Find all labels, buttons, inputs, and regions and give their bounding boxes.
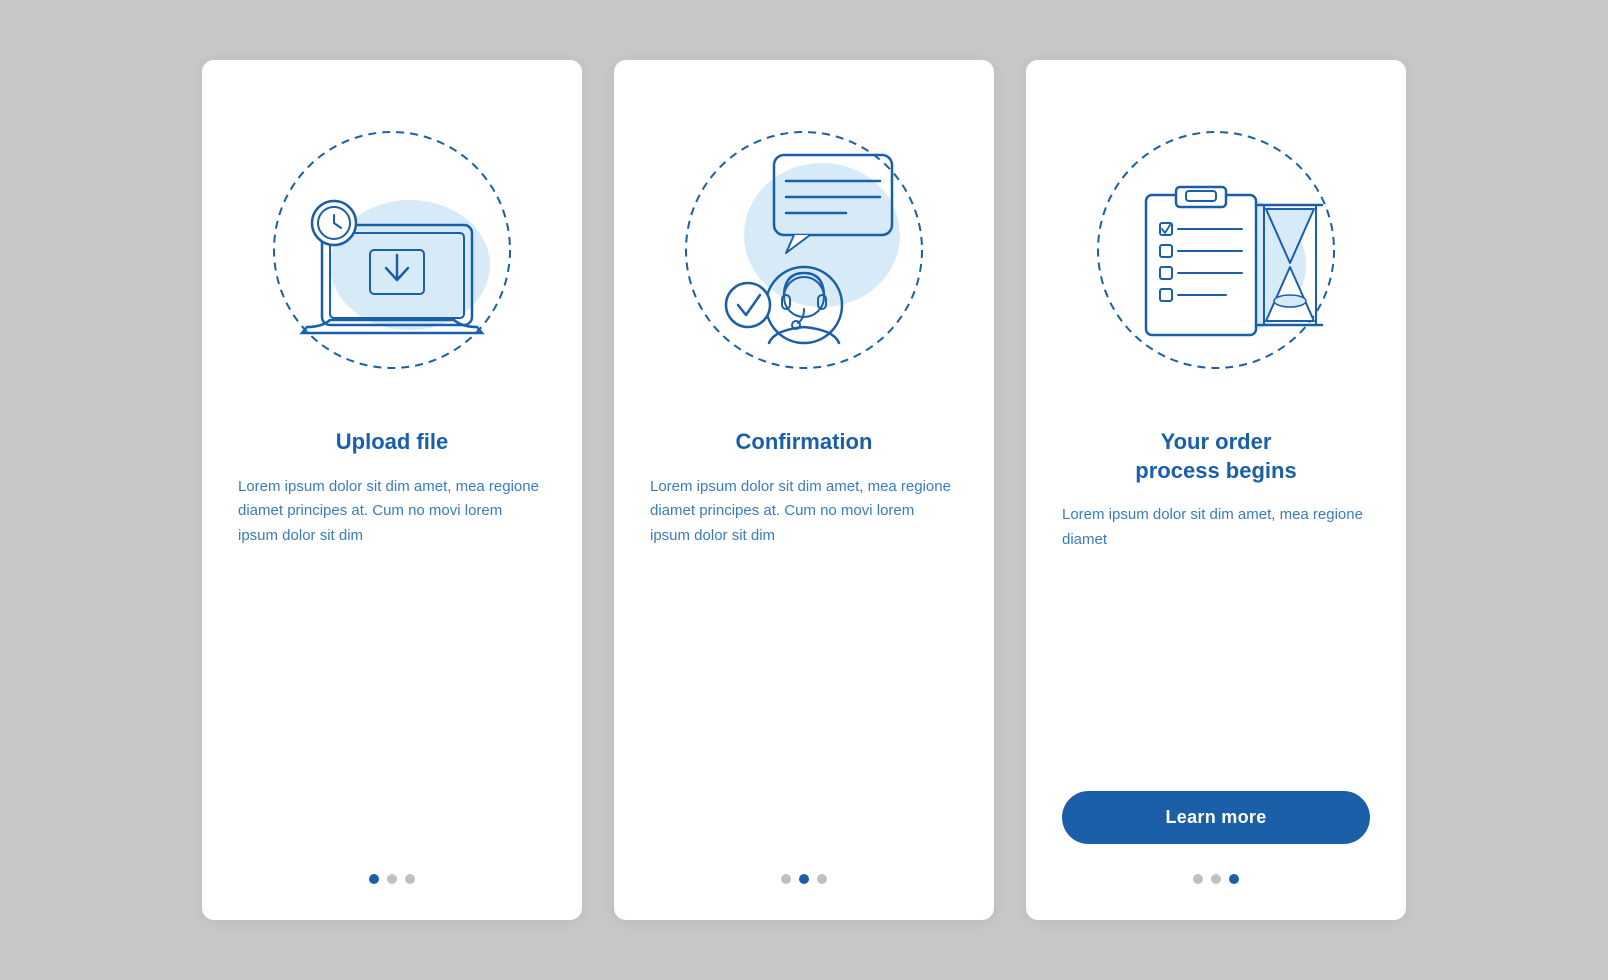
dot-3 [405,874,415,884]
card-confirmation: Confirmation Lorem ipsum dolor sit dim a… [614,60,994,920]
dot-1 [781,874,791,884]
card-upload-file-title: Upload file [336,428,448,457]
card-upload-file-body: Lorem ipsum dolor sit dim amet, mea regi… [238,475,546,840]
order-process-illustration [1086,100,1346,400]
card-order-process: Your order process begins Lorem ipsum do… [1026,60,1406,920]
card-confirmation-dots [781,864,827,884]
card-order-process-body: Lorem ipsum dolor sit dim amet, mea regi… [1062,503,1370,767]
dot-2 [1211,874,1221,884]
learn-more-button[interactable]: Learn more [1062,791,1370,844]
card-confirmation-title: Confirmation [736,428,873,457]
confirmation-illustration [674,100,934,400]
card-order-process-title: Your order process begins [1135,428,1296,485]
dot-2 [387,874,397,884]
dot-1 [1193,874,1203,884]
card-order-process-dots [1193,864,1239,884]
cards-container: Upload file Lorem ipsum dolor sit dim am… [202,60,1406,920]
upload-file-illustration [262,100,522,400]
card-upload-file: Upload file Lorem ipsum dolor sit dim am… [202,60,582,920]
card-confirmation-body: Lorem ipsum dolor sit dim amet, mea regi… [650,475,958,840]
dot-3 [817,874,827,884]
dot-2 [799,874,809,884]
dot-1 [369,874,379,884]
dot-3 [1229,874,1239,884]
card-upload-file-dots [369,864,415,884]
